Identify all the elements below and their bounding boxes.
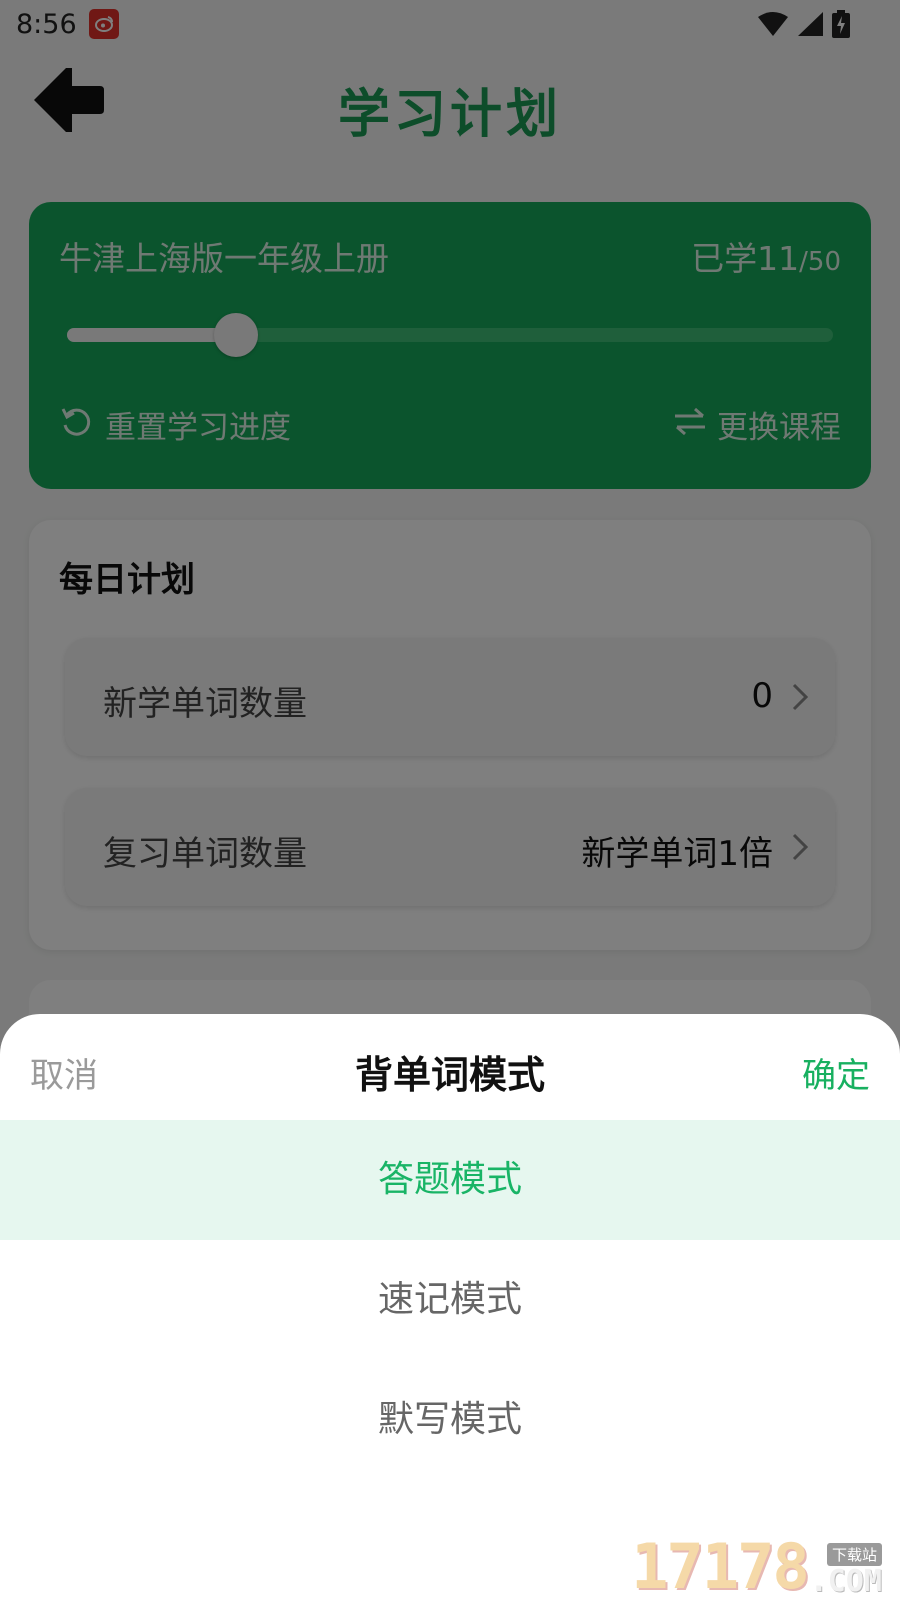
sheet-title: 背单词模式 — [354, 1053, 545, 1097]
watermark-logo: 17178 下载站 .COM — [631, 1536, 882, 1598]
option-dictation-mode[interactable]: 默写模式 — [0, 1360, 900, 1480]
watermark-side: 下载站 .COM — [810, 1543, 882, 1598]
option-answer-mode[interactable]: 答题模式 — [0, 1120, 900, 1240]
watermark-tag: 下载站 — [826, 1543, 882, 1566]
confirm-button[interactable]: 确定 — [802, 1048, 870, 1097]
option-quick-memo-mode[interactable]: 速记模式 — [0, 1240, 900, 1360]
watermark-digits: 17178 — [631, 1530, 810, 1600]
watermark-suffix: .COM — [809, 1564, 882, 1599]
mode-picker-sheet: 取消 背单词模式 确定 答题模式 速记模式 默写模式 17178 下载站 .CO… — [0, 1014, 900, 1600]
